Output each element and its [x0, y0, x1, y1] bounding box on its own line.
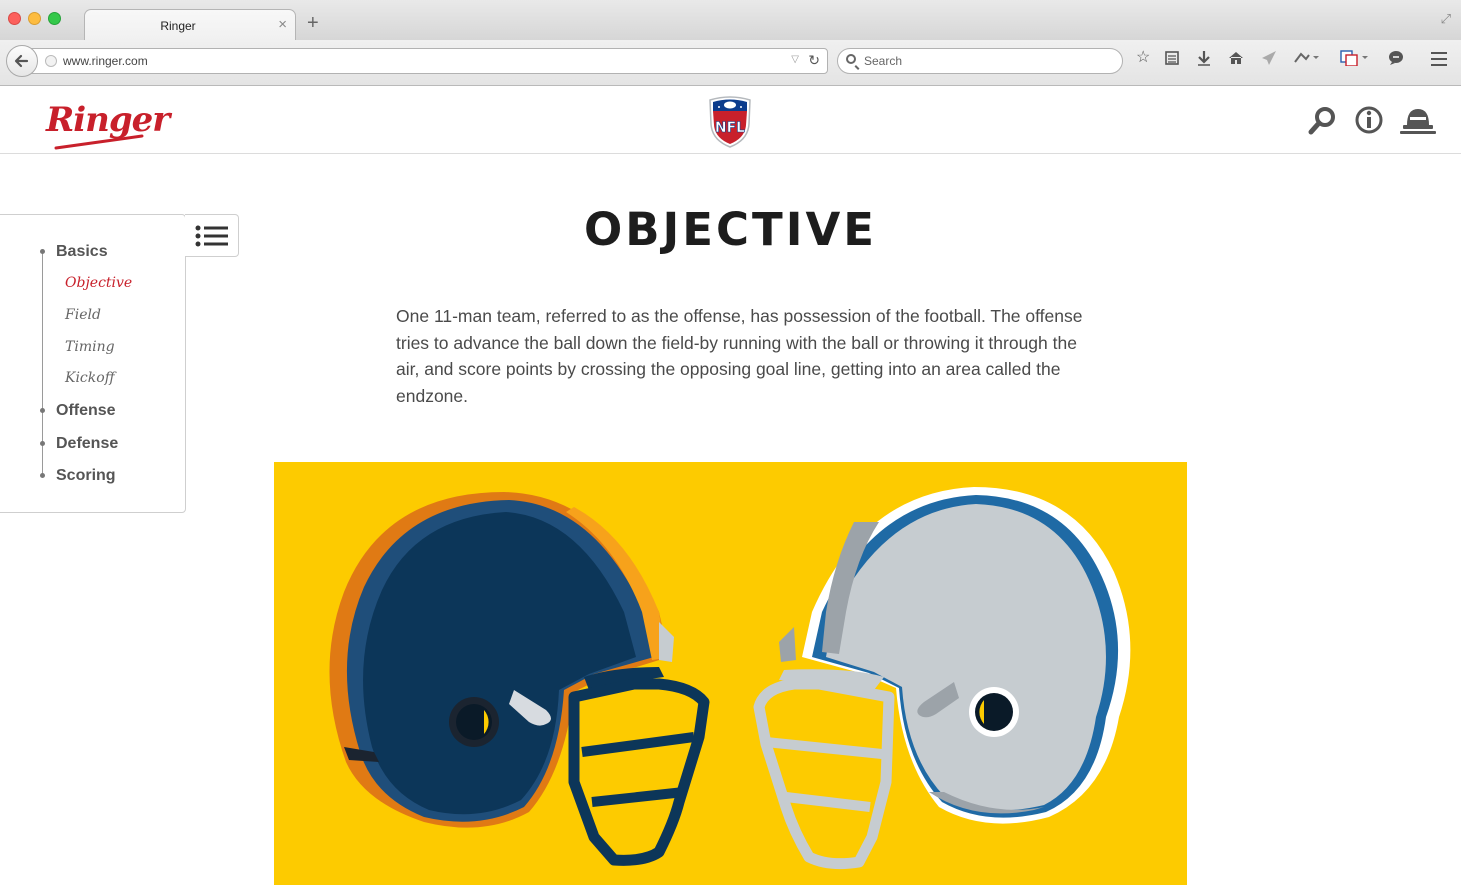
logo-swoosh-icon: [54, 134, 144, 150]
helmets-illustration: [274, 462, 1187, 885]
helmets-graphic: [329, 487, 1131, 870]
toc-bullet: [40, 473, 45, 478]
browser-toolbar: www.ringer.com ▽ ↻ Search ☆: [0, 40, 1461, 86]
browser-titlebar: Ringer × + ⤢: [0, 0, 1461, 41]
ringer-logo[interactable]: Ringer: [46, 100, 170, 150]
toc-item-offense[interactable]: Offense: [56, 402, 116, 420]
info-icon[interactable]: [1354, 105, 1384, 135]
url-dropdown-icon[interactable]: ▽: [791, 54, 799, 65]
toc-bullet: [40, 441, 45, 446]
send-icon[interactable]: [1261, 50, 1277, 70]
new-tab-button[interactable]: +: [307, 13, 319, 33]
url-bar[interactable]: www.ringer.com ▽ ↻: [30, 48, 828, 74]
chat-icon[interactable]: [1388, 50, 1404, 70]
home-icon[interactable]: [1228, 50, 1244, 70]
star-icon[interactable]: ☆: [1136, 50, 1150, 66]
profile-icon[interactable]: [1399, 105, 1437, 135]
search-field[interactable]: Search: [837, 48, 1123, 74]
download-icon[interactable]: [1196, 50, 1212, 70]
toc-item-defense[interactable]: Defense: [56, 435, 118, 453]
tab-close-icon[interactable]: ×: [278, 16, 287, 33]
fullscreen-icon[interactable]: ⤢: [1441, 11, 1451, 27]
reload-icon[interactable]: ↻: [808, 52, 820, 69]
browser-tab[interactable]: Ringer ×: [84, 9, 296, 41]
search-placeholder: Search: [864, 54, 903, 68]
minimize-window-button[interactable]: [28, 12, 41, 25]
site-identity-icon[interactable]: [45, 55, 57, 67]
menu-icon[interactable]: [1431, 52, 1447, 70]
toc-bullet: [40, 408, 45, 413]
navy-helmet: [329, 492, 710, 866]
toc-item-timing[interactable]: Timing: [65, 339, 115, 355]
search-magnifier-icon: [846, 54, 856, 64]
url-text[interactable]: www.ringer.com: [63, 54, 148, 68]
article-paragraph: One 11-man team, referred to as the offe…: [396, 306, 1083, 406]
toc-item-scoring[interactable]: Scoring: [56, 467, 116, 485]
toc-item-field[interactable]: Field: [65, 307, 101, 323]
page-title: OBJECTIVE: [583, 203, 878, 256]
nfl-logo-text: NFL: [715, 120, 745, 136]
zoom-window-button[interactable]: [48, 12, 61, 25]
back-arrow-icon: [14, 54, 29, 68]
translate-icon[interactable]: [1340, 50, 1368, 70]
site-header: Ringer NFL: [0, 86, 1461, 154]
tab-title: Ringer: [160, 19, 196, 33]
search-icon[interactable]: [1306, 105, 1338, 137]
toc-item-objective[interactable]: Objective: [65, 275, 132, 291]
close-window-button[interactable]: [8, 12, 21, 25]
silver-helmet: [753, 487, 1131, 870]
nfl-shield-logo[interactable]: NFL: [708, 94, 752, 148]
extension-icon[interactable]: [1293, 50, 1319, 70]
back-button[interactable]: [6, 45, 38, 77]
reading-list-icon[interactable]: [1164, 50, 1180, 70]
toc-item-kickoff[interactable]: Kickoff: [65, 370, 115, 386]
